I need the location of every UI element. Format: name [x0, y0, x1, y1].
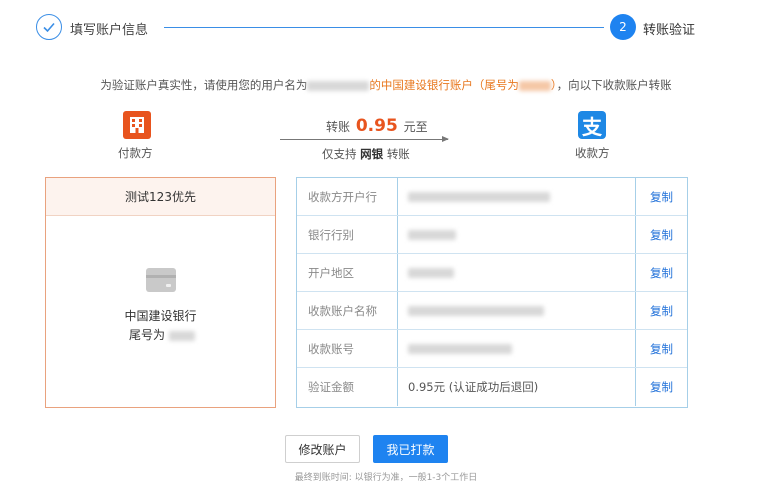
instruction-text: 为验证账户真实性，请使用您的用户名为 的中国建设银行账户（尾号为 ），向以下收款账户… [100, 78, 672, 92]
arrival-time-note: 最终到账时间: 以银行为准，一般1-3个工作日 [294, 473, 478, 483]
row-value [398, 216, 636, 253]
method-prefix: 仅支持 [322, 147, 357, 161]
table-row: 收款方开户行 复制 [297, 178, 687, 216]
row-value [398, 254, 636, 291]
table-row: 收款账号 复制 [297, 330, 687, 368]
step-1-check-icon [36, 14, 62, 40]
table-row: 银行行别 复制 [297, 216, 687, 254]
copy-button[interactable]: 复制 [636, 178, 687, 215]
payer-account-card: 测试123优先 中国建设银行 尾号为 [45, 177, 276, 408]
instruction-suffix: ，向以下收款账户转账 [556, 78, 672, 92]
redacted-value [408, 343, 512, 354]
row-label: 收款账户名称 [297, 292, 398, 329]
payee-info-table: 收款方开户行 复制 银行行别 复制 开户地区 复制 收款账户名称 复制 收款账号… [296, 177, 688, 408]
payer-tail-number: 尾号为 [129, 326, 195, 343]
table-row: 验证金额 0.95元 (认证成功后退回) 复制 [297, 368, 687, 406]
row-label: 收款方开户行 [297, 178, 398, 215]
copy-button[interactable]: 复制 [636, 330, 687, 367]
instruction-bank-account: 的中国建设银行账户（尾号为 [369, 78, 519, 92]
row-label: 银行行别 [297, 216, 398, 253]
row-label: 验证金额 [297, 368, 398, 406]
payer-bank-name: 中国建设银行 [124, 309, 197, 323]
instruction-prefix: 为验证账户真实性，请使用您的用户名为 [100, 78, 308, 92]
step-connector-line [164, 27, 604, 28]
amount-suffix: 元至 [403, 120, 428, 134]
paid-button[interactable]: 我已打款 [373, 435, 448, 463]
row-value [398, 292, 636, 329]
redacted-tail-number [518, 80, 551, 91]
copy-button[interactable]: 复制 [636, 254, 687, 291]
transfer-amount-line: 转账 0.95 元至 [326, 116, 428, 136]
payer-tail-label: 尾号为 [129, 328, 166, 342]
step-2-number: 2 [610, 14, 636, 40]
redacted-value [408, 305, 544, 316]
row-value [398, 178, 636, 215]
stepper: 填写账户信息 2 转账验证 [36, 12, 736, 42]
row-label: 收款账号 [297, 330, 398, 367]
step-2-label: 转账验证 [643, 23, 696, 38]
transfer-method-line: 仅支持 网银 转账 [322, 146, 410, 162]
payer-label: 付款方 [118, 146, 153, 160]
row-label: 开户地区 [297, 254, 398, 291]
transfer-amount: 0.95 [355, 116, 398, 136]
alipay-icon: 支 [578, 111, 606, 139]
redacted-value [408, 267, 454, 278]
transfer-method: 网银 [360, 147, 384, 161]
table-row: 开户地区 复制 [297, 254, 687, 292]
copy-button[interactable]: 复制 [636, 216, 687, 253]
edit-account-button[interactable]: 修改账户 [285, 435, 360, 463]
table-row: 收款账户名称 复制 [297, 292, 687, 330]
copy-button[interactable]: 复制 [636, 292, 687, 329]
step-1-label: 填写账户信息 [70, 23, 149, 38]
payer-account-name: 测试123优先 [46, 178, 275, 216]
redacted-value [408, 191, 550, 202]
bank-card-icon [146, 268, 176, 292]
transfer-arrow-icon [280, 136, 449, 142]
redacted-username [307, 80, 370, 91]
redacted-value [408, 229, 456, 240]
copy-button[interactable]: 复制 [636, 368, 687, 406]
bank-building-icon [123, 111, 151, 139]
amount-prefix: 转账 [326, 120, 351, 134]
redacted-payer-tail [168, 330, 195, 341]
method-suffix: 转账 [386, 147, 410, 161]
row-value [398, 330, 636, 367]
verify-amount-value: 0.95元 (认证成功后退回) [398, 368, 636, 406]
payee-label: 收款方 [575, 146, 610, 160]
